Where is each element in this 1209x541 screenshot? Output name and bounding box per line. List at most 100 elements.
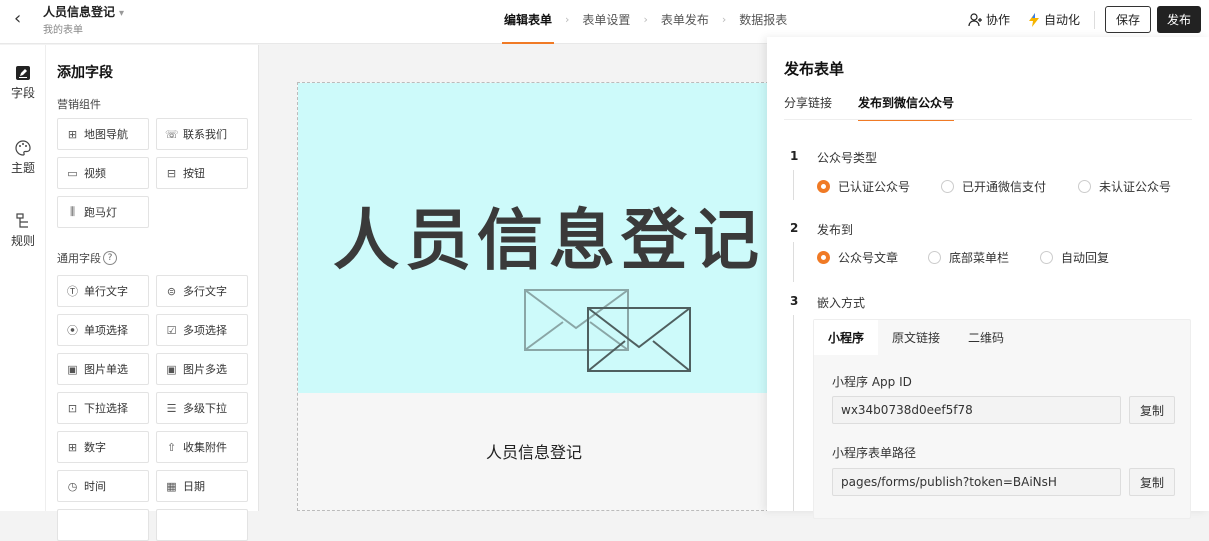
text-icon: Ⓣ — [67, 285, 78, 298]
tab-wechat-official[interactable]: 发布到微信公众号 — [858, 94, 955, 121]
radio-unchecked-icon — [1040, 251, 1053, 264]
step-number: 1 — [790, 149, 799, 163]
field-marquee[interactable]: ⫼ 跑马灯 — [57, 196, 149, 228]
radio-unverified-account[interactable]: 未认证公众号 — [1078, 178, 1171, 195]
save-button[interactable]: 保存 — [1104, 6, 1151, 33]
field-single-line[interactable]: Ⓣ 单行文字 — [57, 275, 149, 307]
left-rail: 字段 主题 规则 — [0, 45, 46, 511]
step-form-settings[interactable]: 表单设置 — [580, 11, 632, 28]
tab-mini-program[interactable]: 小程序 — [814, 320, 879, 355]
field-date[interactable]: ▦ 日期 — [156, 470, 248, 502]
field-more[interactable] — [57, 509, 149, 541]
form-preview[interactable]: 人员信息登记 人员信息登记 — [297, 82, 770, 511]
image-icon: ▣ — [166, 362, 177, 376]
dropdown-icon: ⊡ — [67, 401, 78, 415]
rail-item-fields[interactable]: 字段 — [0, 65, 46, 101]
divider — [784, 119, 1192, 120]
radio-auto-reply[interactable]: 自动回复 — [1040, 249, 1109, 266]
step-connector — [793, 315, 794, 511]
marquee-icon: ⫼ — [69, 205, 76, 218]
cascade-icon: ☰ — [166, 401, 177, 415]
rail-item-rules[interactable]: 规则 — [0, 213, 46, 249]
image-icon: ▣ — [67, 362, 78, 376]
embed-tabs: 小程序 原文链接 二维码 — [814, 320, 1018, 355]
field-image-single[interactable]: ▣ 图片单选 — [57, 353, 149, 385]
breadcrumb[interactable]: 我的表单 — [43, 21, 83, 36]
field-multi-line[interactable]: ⊜ 多行文字 — [156, 275, 248, 307]
question-label: 公众号类型 — [817, 151, 878, 165]
collaborate-button[interactable]: 协作 — [968, 11, 1010, 28]
banner-title: 人员信息登记 — [333, 202, 765, 279]
field-attachment[interactable]: ⇧ 收集附件 — [156, 431, 248, 463]
edit-icon — [16, 66, 30, 80]
embed-box: 小程序 原文链接 二维码 小程序 App ID wx34b0738d0eef5f… — [813, 319, 1191, 519]
publish-panel: 发布表单 分享链接 发布到微信公众号 1 公众号类型 已认证公众号 已开通微信支… — [767, 37, 1209, 519]
tab-qrcode[interactable]: 二维码 — [954, 320, 1018, 355]
field-number[interactable]: ⊞ 数字 — [57, 431, 149, 463]
question-label: 嵌入方式 — [817, 296, 866, 310]
video-icon: ▭ — [67, 166, 78, 180]
radio-unchecked-icon — [928, 251, 941, 264]
field-multi-choice[interactable]: ☑ 多项选择 — [156, 314, 248, 346]
step-number: 3 — [790, 294, 799, 308]
copy-appid-button[interactable]: 复制 — [1129, 396, 1175, 424]
panel-title: 发布表单 — [784, 60, 845, 78]
caret-down-icon[interactable]: ▾ — [119, 8, 124, 19]
add-user-icon — [968, 12, 982, 26]
field-map-nav[interactable]: ⊞ 地图导航 — [57, 118, 149, 150]
tab-share-link[interactable]: 分享链接 — [784, 94, 832, 121]
textarea-icon: ⊜ — [166, 284, 177, 298]
field-button[interactable]: ⊟ 按钮 — [156, 157, 248, 189]
rail-item-theme[interactable]: 主题 — [0, 140, 46, 176]
step-edit-form[interactable]: 编辑表单 — [502, 11, 555, 44]
field-single-choice[interactable]: ⦿ 单项选择 — [57, 314, 149, 346]
field-cascade-dropdown[interactable]: ☰ 多级下拉 — [156, 392, 248, 424]
field-time[interactable]: ◷ 时间 — [57, 470, 149, 502]
header-actions: 协作 自动化 保存 发布 — [968, 6, 1201, 33]
field-contact-us[interactable]: ☏ 联系我们 — [156, 118, 248, 150]
appid-field[interactable]: wx34b0738d0eef5f78 — [832, 396, 1121, 424]
step-nav: 编辑表单 › 表单设置 › 表单发布 › 数据报表 — [502, 11, 789, 44]
radio-wechat-pay[interactable]: 已开通微信支付 — [941, 178, 1046, 195]
radio-checked-icon — [817, 180, 830, 193]
clock-icon: ◷ — [67, 479, 78, 493]
radio-verified-account[interactable]: 已认证公众号 — [817, 178, 910, 195]
upload-icon: ⇧ — [166, 440, 177, 454]
field-video[interactable]: ▭ 视频 — [57, 157, 149, 189]
field-image-multi[interactable]: ▣ 图片多选 — [156, 353, 248, 385]
divider — [1093, 10, 1095, 29]
radio-icon: ⦿ — [67, 324, 78, 337]
back-arrow-icon[interactable]: ‹ — [14, 8, 21, 29]
form-title[interactable]: 人员信息登记 ▾ — [43, 3, 124, 20]
radio-checked-icon — [817, 251, 830, 264]
radio-article[interactable]: 公众号文章 — [817, 249, 898, 266]
copy-path-button[interactable]: 复制 — [1129, 468, 1175, 496]
form-name[interactable]: 人员信息登记 — [298, 439, 770, 463]
path-field[interactable]: pages/forms/publish?token=BAiNsH — [832, 468, 1121, 496]
envelope-icon — [524, 289, 691, 372]
panel-heading: 添加字段 — [57, 65, 113, 81]
publish-button[interactable]: 发布 — [1156, 6, 1201, 33]
form-banner[interactable]: 人员信息登记 — [298, 83, 770, 393]
chevron-right-icon: › — [565, 13, 570, 26]
field-dropdown[interactable]: ⊡ 下拉选择 — [57, 392, 149, 424]
calendar-icon: ▦ — [166, 479, 177, 493]
step-form-publish[interactable]: 表单发布 — [659, 11, 711, 28]
chevron-right-icon: › — [643, 13, 648, 26]
map-icon: ⊞ — [67, 127, 78, 141]
step-number: 2 — [790, 221, 799, 235]
field-more[interactable] — [156, 509, 248, 541]
chevron-right-icon: › — [721, 13, 727, 26]
phone-icon: ☏ — [165, 127, 179, 141]
step-connector — [793, 242, 794, 282]
tab-original-link[interactable]: 原文链接 — [878, 320, 954, 355]
radio-bottom-menu[interactable]: 底部菜单栏 — [928, 249, 1009, 266]
publish-tabs: 分享链接 发布到微信公众号 — [784, 94, 980, 121]
checkbox-icon: ☑ — [166, 323, 177, 337]
radio-unchecked-icon — [1078, 180, 1091, 193]
radio-unchecked-icon — [941, 180, 954, 193]
help-icon[interactable]: ? — [103, 251, 117, 265]
automation-button[interactable]: 自动化 — [1028, 11, 1080, 28]
appid-label: 小程序 App ID — [832, 375, 912, 389]
step-data-report[interactable]: 数据报表 — [737, 11, 789, 28]
